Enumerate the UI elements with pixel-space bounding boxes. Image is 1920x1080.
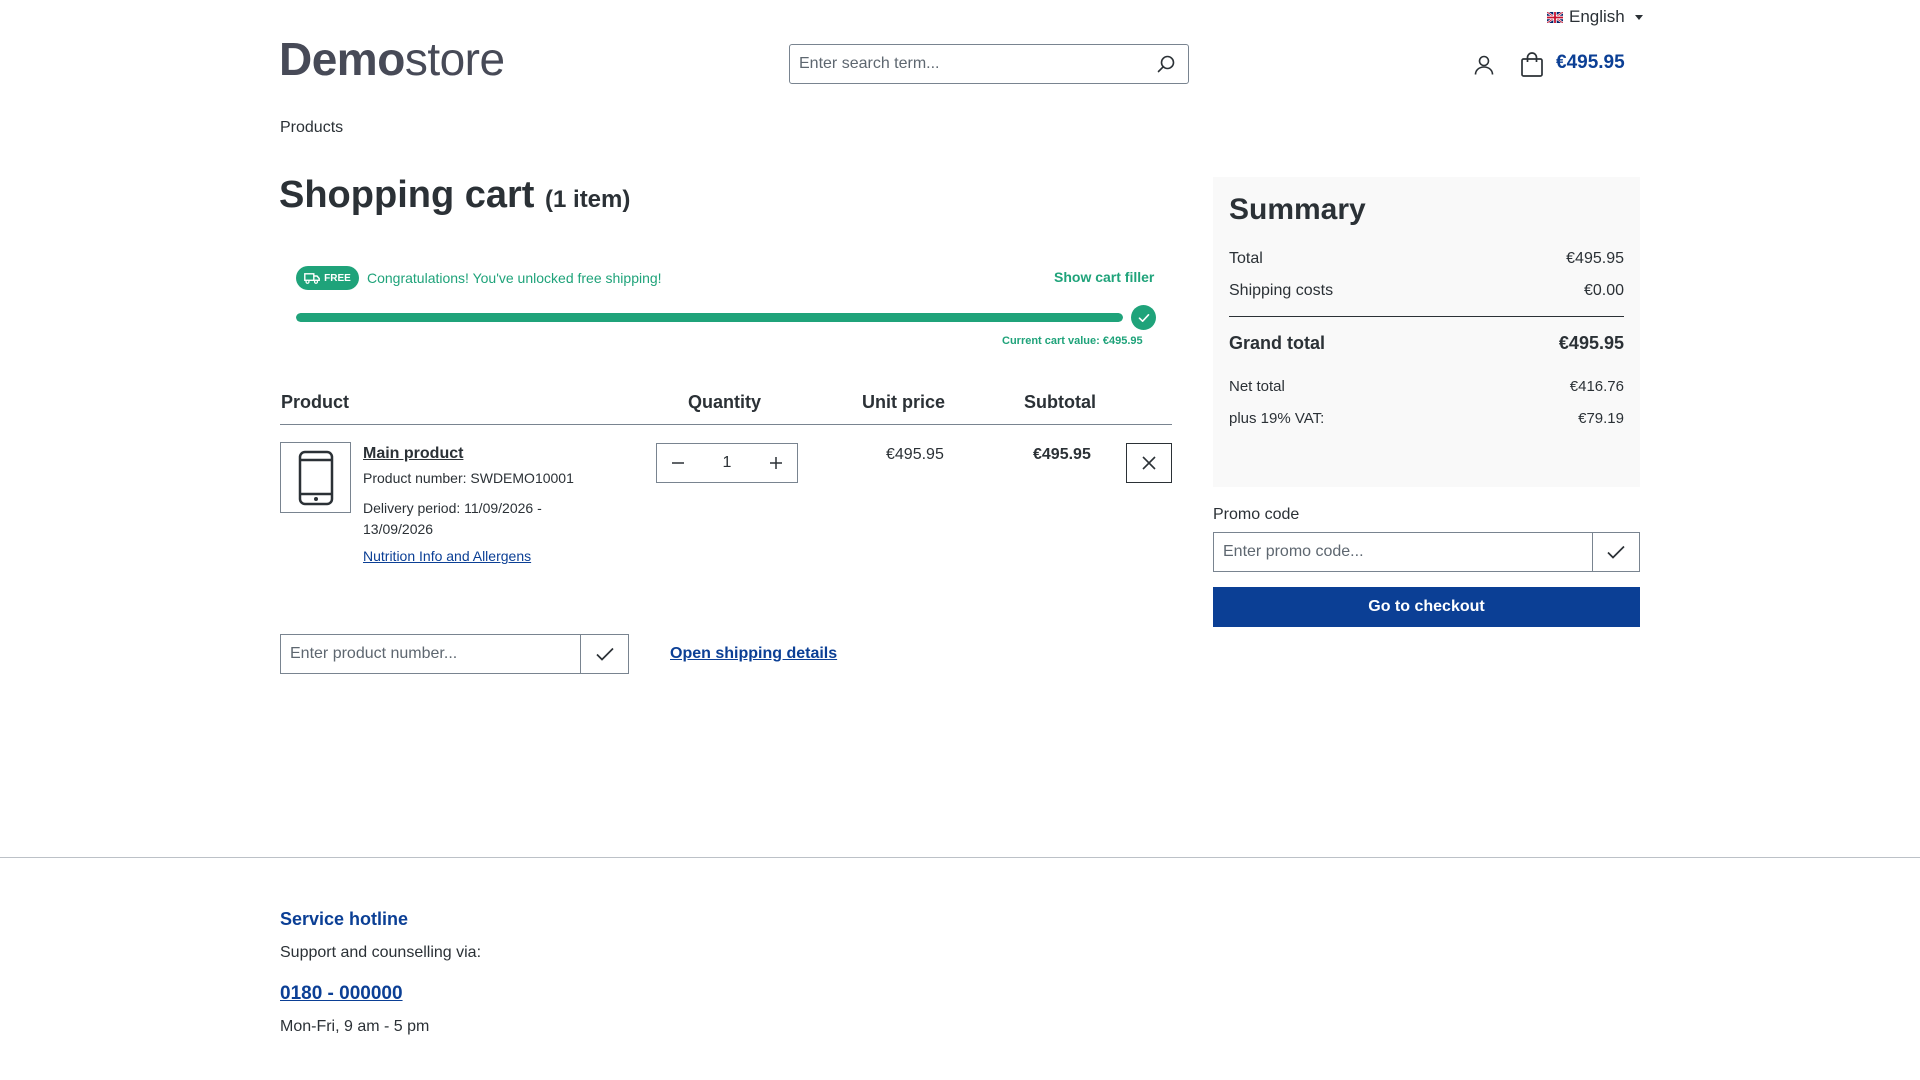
- language-switcher[interactable]: English: [1547, 6, 1643, 28]
- promo-code-label: Promo code: [1213, 506, 1300, 523]
- column-header-product: Product: [281, 392, 350, 412]
- quantity-value[interactable]: 1: [699, 454, 755, 472]
- shipping-costs-value: €0.00: [1583, 282, 1624, 299]
- product-name-link[interactable]: Main product: [363, 445, 463, 463]
- column-header-unit-price: Unit price: [862, 392, 946, 412]
- apply-promo-button[interactable]: [1592, 533, 1639, 571]
- progress-complete-check-icon: [1131, 305, 1156, 330]
- search-button[interactable]: [1144, 45, 1188, 83]
- checkmark-icon: [595, 647, 614, 661]
- nutrition-info-link[interactable]: Nutrition Info and Allergens: [363, 548, 531, 564]
- current-cart-value: Current cart value: €495.95: [1002, 335, 1143, 347]
- breadcrumb[interactable]: Products: [280, 119, 343, 137]
- product-number: Product number: SWDEMO10001: [363, 470, 574, 486]
- remove-item-button[interactable]: [1126, 443, 1172, 483]
- summary-title: Summary: [1229, 193, 1366, 226]
- net-total-value: €416.76: [1569, 378, 1624, 395]
- free-shipping-message: Congratulations! You've unlocked free sh…: [367, 270, 662, 286]
- item-count: (1 item): [545, 186, 631, 213]
- shipping-costs-label: Shipping costs: [1229, 282, 1334, 299]
- increase-quantity-button[interactable]: [755, 444, 797, 482]
- product-number-input[interactable]: [281, 635, 580, 673]
- promo-code-form: [1213, 532, 1640, 572]
- free-badge-label: FREE: [324, 272, 351, 284]
- grand-total-label: Grand total: [1229, 333, 1326, 353]
- total-label: Total: [1229, 250, 1263, 267]
- store-logo[interactable]: Demostore: [279, 36, 505, 82]
- chevron-down-icon: [1634, 14, 1643, 20]
- go-to-checkout-button[interactable]: Go to checkout: [1213, 587, 1640, 627]
- checkmark-icon: [1607, 545, 1625, 559]
- add-product-button[interactable]: [580, 635, 628, 673]
- hotline-phone-link[interactable]: 0180 - 000000: [280, 983, 403, 1005]
- summary-net-total-row: Net total €416.76: [1229, 378, 1624, 395]
- promo-code-input[interactable]: [1214, 533, 1592, 571]
- summary-grand-total-row: Grand total €495.95: [1229, 333, 1624, 354]
- net-total-label: Net total: [1229, 378, 1285, 395]
- close-icon: [1142, 456, 1156, 470]
- progress-fill: [296, 313, 1123, 322]
- service-hotline-subtitle: Support and counselling via:: [280, 944, 482, 961]
- account-button[interactable]: [1472, 53, 1496, 77]
- summary-shipping-row: Shipping costs €0.00: [1229, 282, 1624, 300]
- cart-button[interactable]: [1520, 52, 1544, 78]
- logo-bold: Demo: [279, 33, 405, 85]
- service-hotline-title: Service hotline: [280, 909, 409, 929]
- decrease-quantity-button[interactable]: [657, 444, 699, 482]
- truck-icon: [304, 272, 321, 284]
- show-cart-filler-link[interactable]: Show cart filler: [1054, 269, 1154, 285]
- column-header-quantity: Quantity: [688, 392, 762, 412]
- item-unit-price: €495.95: [886, 446, 944, 463]
- column-header-subtotal: Subtotal: [1024, 392, 1096, 412]
- logo-light: store: [404, 33, 505, 85]
- plus-icon: [770, 457, 782, 469]
- search-bar: [789, 44, 1189, 84]
- language-label: English: [1569, 7, 1625, 26]
- hotline-hours: Mon-Fri, 9 am - 5 pm: [280, 1018, 430, 1035]
- delivery-period: Delivery period: 11/09/2026 - 13/09/2026: [363, 500, 542, 537]
- vat-value: €79.19: [1578, 410, 1624, 427]
- item-subtotal: €495.95: [1033, 446, 1091, 463]
- shipping-progress-bar: [296, 313, 1123, 322]
- product-thumbnail[interactable]: [280, 442, 351, 513]
- page-title: Shopping cart (1 item): [279, 174, 630, 217]
- minus-icon: [672, 462, 684, 464]
- summary-vat-row: plus 19% VAT: €79.19: [1229, 410, 1624, 427]
- user-icon: [1474, 55, 1494, 75]
- add-product-form: [280, 634, 629, 674]
- summary-divider: [1229, 316, 1624, 317]
- quantity-stepper: 1: [656, 443, 798, 483]
- smartphone-icon: [298, 450, 333, 505]
- cart-title: Shopping cart: [279, 174, 535, 216]
- shopping-bag-icon: [1521, 52, 1543, 77]
- grand-total-value: €495.95: [1558, 333, 1624, 353]
- summary-total-row: Total €495.95: [1229, 250, 1624, 268]
- uk-flag-icon: [1547, 11, 1563, 23]
- search-icon: [1157, 55, 1175, 73]
- search-input[interactable]: [790, 45, 1144, 83]
- header-cart-total[interactable]: €495.95: [1556, 52, 1625, 74]
- free-shipping-badge: FREE: [296, 266, 359, 290]
- table-header-divider: [280, 424, 1172, 425]
- total-value: €495.95: [1566, 250, 1624, 267]
- open-shipping-details-link[interactable]: Open shipping details: [670, 645, 837, 663]
- vat-label: plus 19% VAT:: [1229, 410, 1325, 427]
- footer-divider: [0, 857, 1920, 858]
